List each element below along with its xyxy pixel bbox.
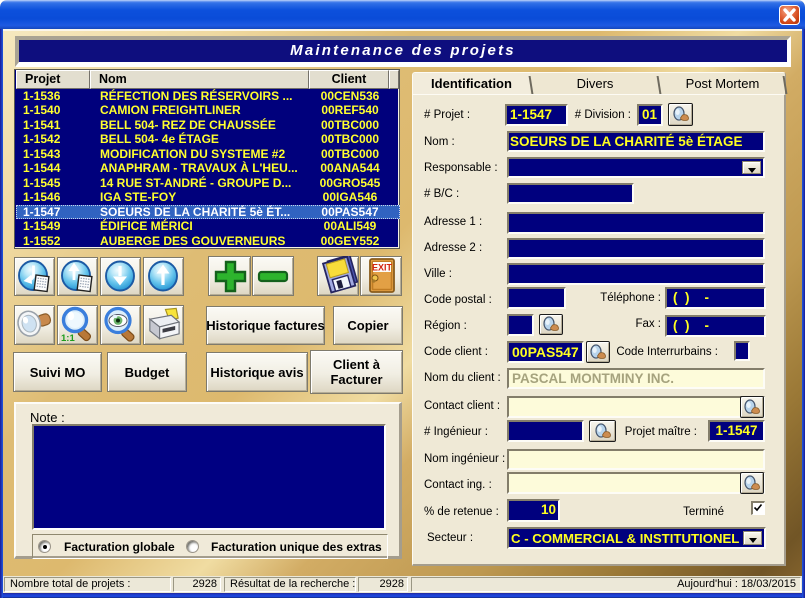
svg-text:EXIT: EXIT: [372, 263, 393, 273]
svg-text:1:1: 1:1: [61, 333, 75, 344]
